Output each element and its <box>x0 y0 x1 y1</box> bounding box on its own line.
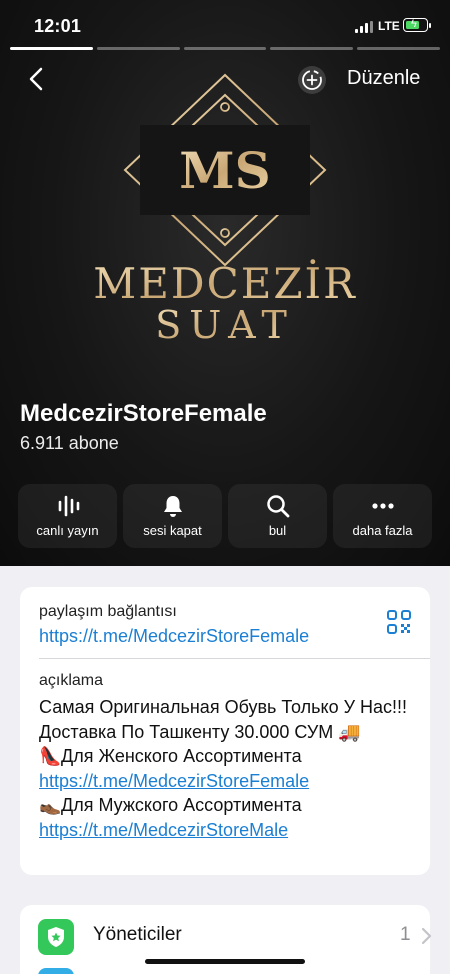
mens-shoe-emoji: 👞 <box>39 795 62 815</box>
men-assortment-text: Для Мужского Ассортимента <box>61 795 302 815</box>
description-line-1: Самая Оригинальная Обувь Только У Нас!!! <box>39 697 408 717</box>
more-button[interactable]: daha fazla <box>333 484 432 548</box>
search-label: bul <box>268 523 287 538</box>
logo-line-2: SUAT <box>155 303 295 347</box>
logo-line-1: MEDCEZİR <box>93 258 357 308</box>
logo-initials: MS <box>179 141 270 200</box>
channel-logo: MS MEDCEZİR SUAT <box>93 73 357 347</box>
admin-badge-icon <box>38 919 74 955</box>
live-stream-button[interactable]: canlı yayın <box>18 484 117 548</box>
search-button[interactable]: bul <box>228 484 327 548</box>
home-indicator[interactable] <box>145 959 305 964</box>
high-heel-emoji: 👠 <box>39 746 62 766</box>
more-icon <box>371 503 394 509</box>
chevron-right-icon <box>421 927 432 945</box>
info-card: paylaşım bağlantısı https://t.me/Medcezi… <box>20 587 430 875</box>
bell-icon <box>163 496 182 517</box>
action-bar: canlı yayın sesi kapat bul daha fazla <box>18 484 432 548</box>
women-assortment-text: Для Женского Ассортимента <box>61 746 302 766</box>
mute-label: sesi kapat <box>143 523 202 538</box>
live-stream-label: canlı yayın <box>36 523 99 538</box>
subscriber-count: 6.911 abone <box>20 433 119 453</box>
truck-emoji: 🚚 <box>338 721 361 742</box>
mute-button[interactable]: sesi kapat <box>123 484 222 548</box>
channel-info-screen: 12:01 LTE ϟ Düzenle MS MEDCEZİR SUAT Med… <box>0 0 450 974</box>
channel-description: Самая Оригинальная Обувь Только У Нас!!!… <box>39 695 419 842</box>
next-row-icon <box>38 968 74 974</box>
story-progress-bar <box>10 47 440 50</box>
admins-count: 1 <box>400 924 411 945</box>
channel-name: MedcezirStoreFemale <box>20 400 267 427</box>
description-line-2: Доставка По Ташкенту 30.000 СУМ 🚚 <box>39 720 419 745</box>
network-type: LTE <box>378 19 400 33</box>
admins-row[interactable]: Yöneticiler <box>93 924 182 946</box>
live-stream-icon <box>58 495 79 517</box>
male-store-link[interactable]: https://t.me/MedcezirStoreMale <box>39 820 288 840</box>
search-icon <box>266 495 289 518</box>
qr-code-icon[interactable] <box>386 609 412 635</box>
description-line-3: 👠Для Женского Ассортимента <box>39 744 419 769</box>
share-link-label: paylaşım bağlantısı <box>39 603 177 620</box>
status-time: 12:01 <box>34 16 82 36</box>
battery-icon: ϟ <box>403 18 431 32</box>
signal-icon <box>355 21 373 33</box>
delivery-text: Доставка По Ташкенту 30.000 СУМ <box>39 721 334 742</box>
description-line-4: 👞Для Мужского Ассортимента <box>39 793 419 818</box>
more-label: daha fazla <box>352 523 413 538</box>
female-store-link[interactable]: https://t.me/MedcezirStoreFemale <box>39 771 309 791</box>
divider <box>39 658 430 659</box>
description-label: açıklama <box>39 672 104 689</box>
channel-header: 12:01 LTE ϟ Düzenle MS MEDCEZİR SUAT Med… <box>0 0 450 566</box>
status-bar: 12:01 LTE ϟ <box>0 0 450 50</box>
share-link[interactable]: https://t.me/MedcezirStoreFemale <box>39 626 309 647</box>
